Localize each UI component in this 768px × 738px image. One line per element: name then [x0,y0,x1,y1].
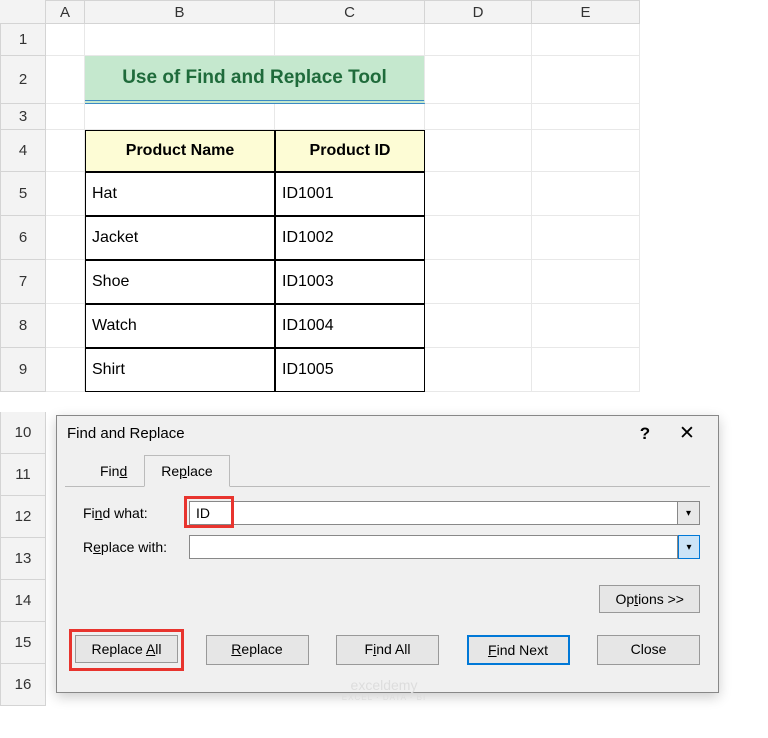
cell-d3[interactable] [425,104,532,130]
watermark-sub: EXCEL · DATA · BI [342,693,426,702]
row-header-4[interactable]: 4 [0,130,46,172]
dialog-form: Find what: ▾ Replace with: ▾ [57,487,718,579]
cell-d1[interactable] [425,24,532,56]
row-header-7[interactable]: 7 [0,260,46,304]
chevron-down-icon: ▾ [686,542,691,553]
cell-a9[interactable] [46,348,85,392]
cell-a6[interactable] [46,216,85,260]
replace-button[interactable]: Replace [206,635,309,665]
table-row[interactable]: ID1003 [275,260,425,304]
cell-e9[interactable] [532,348,640,392]
cell-b1[interactable] [85,24,275,56]
row-header-15[interactable]: 15 [0,622,46,664]
row-header-16[interactable]: 16 [0,664,46,706]
cell-d6[interactable] [425,216,532,260]
replace-with-input[interactable] [189,535,678,559]
row-header-10[interactable]: 10 [0,412,46,454]
dialog-title: Find and Replace [67,425,624,442]
row-header-14[interactable]: 14 [0,580,46,622]
cell-a4[interactable] [46,130,85,172]
table-row[interactable]: Shoe [85,260,275,304]
cell-d7[interactable] [425,260,532,304]
tab-find[interactable]: Find [83,455,144,486]
cell-e8[interactable] [532,304,640,348]
replace-all-button[interactable]: Replace All [75,635,178,663]
col-header-c[interactable]: C [275,0,425,24]
cell-d2[interactable] [425,56,532,104]
close-icon[interactable]: ✕ [666,422,708,445]
row-header-3[interactable]: 3 [0,104,46,130]
col-header-d[interactable]: D [425,0,532,24]
row-header-2[interactable]: 2 [0,56,46,104]
find-what-dropdown[interactable]: ▾ [678,501,700,525]
cell-c1[interactable] [275,24,425,56]
col-header-b[interactable]: B [85,0,275,24]
row-header-6[interactable]: 6 [0,216,46,260]
cell-d8[interactable] [425,304,532,348]
row-header-1[interactable]: 1 [0,24,46,56]
row-header-9[interactable]: 9 [0,348,46,392]
cell-e4[interactable] [532,130,640,172]
table-header-id[interactable]: Product ID [275,130,425,172]
find-what-input[interactable] [189,501,678,525]
cell-a3[interactable] [46,104,85,130]
options-button[interactable]: Options >> [599,585,700,613]
table-header-name[interactable]: Product Name [85,130,275,172]
table-row[interactable]: ID1001 [275,172,425,216]
tab-replace[interactable]: Replace [144,455,229,487]
row-header-8[interactable]: 8 [0,304,46,348]
close-button[interactable]: Close [597,635,700,665]
cell-a8[interactable] [46,304,85,348]
table-row[interactable]: ID1004 [275,304,425,348]
replace-with-label: Replace with: [83,539,189,555]
table-row[interactable]: Hat [85,172,275,216]
dialog-tabs: Find Replace [65,455,710,487]
dialog-titlebar[interactable]: Find and Replace ? ✕ [57,416,718,451]
help-icon[interactable]: ? [624,424,666,444]
dialog-button-row: Replace All Replace Find All Find Next C… [57,625,718,675]
cell-a1[interactable] [46,24,85,56]
table-row[interactable]: Shirt [85,348,275,392]
col-header-e[interactable]: E [532,0,640,24]
cell-d4[interactable] [425,130,532,172]
table-row[interactable]: Watch [85,304,275,348]
cell-e6[interactable] [532,216,640,260]
cell-e2[interactable] [532,56,640,104]
title-cell[interactable]: Use of Find and Replace Tool [85,56,425,104]
find-next-button[interactable]: Find Next [467,635,570,665]
row-headers-extra: 10 11 12 13 14 15 16 [0,412,46,706]
cell-a7[interactable] [46,260,85,304]
find-replace-dialog: Find and Replace ? ✕ Find Replace Find w… [56,415,719,693]
cell-e5[interactable] [532,172,640,216]
find-what-label: Find what: [83,505,189,521]
col-header-a[interactable]: A [46,0,85,24]
cell-a5[interactable] [46,172,85,216]
cell-a2[interactable] [46,56,85,104]
replace-with-row: Replace with: ▾ [83,535,700,559]
options-row: Options >> [57,579,718,625]
row-header-13[interactable]: 13 [0,538,46,580]
row-header-12[interactable]: 12 [0,496,46,538]
select-all-corner[interactable] [0,0,46,24]
find-all-button[interactable]: Find All [336,635,439,665]
cell-e7[interactable] [532,260,640,304]
cell-d9[interactable] [425,348,532,392]
cell-e3[interactable] [532,104,640,130]
replace-with-dropdown[interactable]: ▾ [678,535,700,559]
find-what-row: Find what: ▾ [83,501,700,525]
chevron-down-icon: ▾ [686,508,691,519]
row-header-11[interactable]: 11 [0,454,46,496]
cell-e1[interactable] [532,24,640,56]
spreadsheet-grid: A B C D E 1 2 Use of Find and Replace To… [0,0,768,392]
row-header-5[interactable]: 5 [0,172,46,216]
table-row[interactable]: Jacket [85,216,275,260]
table-row[interactable]: ID1002 [275,216,425,260]
cell-b3[interactable] [85,104,275,130]
table-row[interactable]: ID1005 [275,348,425,392]
cell-d5[interactable] [425,172,532,216]
cell-c3[interactable] [275,104,425,130]
